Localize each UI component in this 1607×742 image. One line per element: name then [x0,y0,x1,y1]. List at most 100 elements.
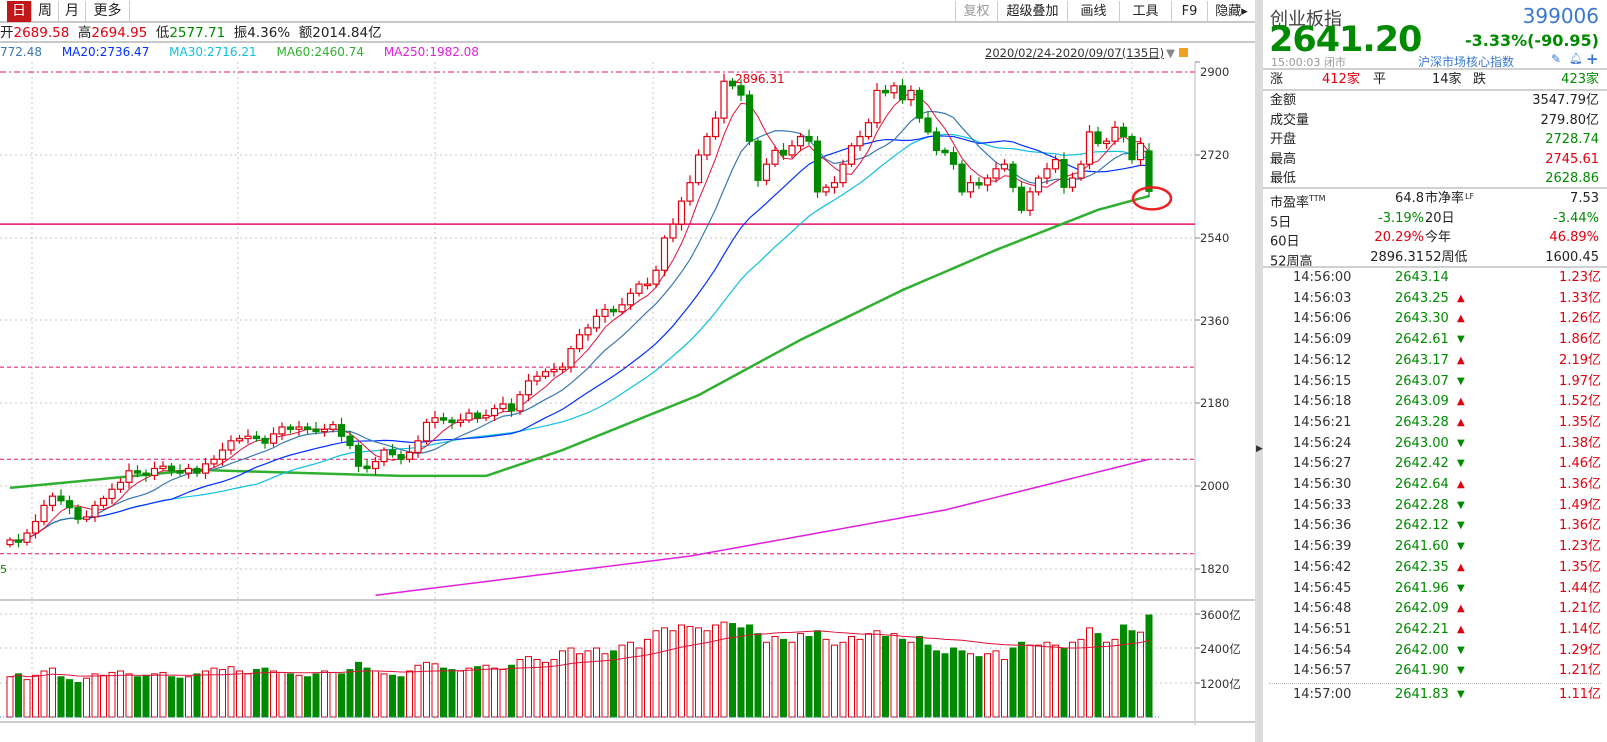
candle-down [1094,131,1102,145]
tick-row: 14:56:48 2642.09 ▲ 1.21亿 [1263,599,1607,619]
tick-row: 14:56:51 2642.21 ▲ 1.14亿 [1263,620,1607,640]
candle-up [762,163,771,181]
candle-up [465,412,473,421]
volume-bar [788,641,796,718]
volume-bar [440,667,447,718]
candle-down [1119,126,1128,138]
tick-row: 14:56:45 2641.96 ▼ 1.44亿 [1263,579,1607,599]
volume-bar [304,676,311,718]
candle-up [125,470,133,483]
volume-bar [66,679,73,718]
volume-bar [890,633,898,718]
volume-bar [635,647,643,718]
volume-bar [686,625,694,718]
ma5-line [9,91,1150,542]
tick-price: 2643.00 [1395,435,1449,451]
candle-up [235,437,244,442]
edit-icon[interactable]: ✎ [1551,52,1561,66]
candle-up [584,327,592,336]
candle-up [159,465,167,470]
expand-arrow-icon[interactable]: ▶ [1256,444,1263,454]
tick-price: 2643.28 [1395,414,1449,430]
tick-row: 14:56:57 2641.90 ▼ 1.21亿 [1263,661,1607,681]
volume-bar [83,677,90,718]
volume-bar [924,644,932,718]
volume-bar [32,674,39,718]
panel-divider[interactable]: ▶ [1255,0,1263,742]
candle-down [388,449,397,456]
price-tick: 2900 [1200,65,1230,79]
tick-row: 14:56:06 2643.30 ▲ 1.26亿 [1263,309,1607,329]
stat-label: 成交量 [1270,112,1310,128]
candle-down [167,465,176,472]
candle-down [779,149,788,156]
tick-row: 14:56:09 2642.61 ▼ 1.86亿 [1263,330,1607,350]
volume-bar [644,638,651,718]
tick-price: 2643.09 [1395,394,1449,410]
candle-down [915,89,924,119]
candle-up [830,182,839,188]
volume-bar [448,669,456,718]
volume-bar [746,624,753,718]
candle-up [847,145,856,165]
ratio-label: 市净率 [1425,191,1465,206]
volume-bar [933,650,940,718]
tick-price: 2641.60 [1395,539,1449,555]
volume-bar [831,644,838,718]
candle-down [805,135,813,142]
tick-row: 14:56:27 2642.42 ▼ 1.46亿 [1263,454,1607,474]
candle-up [533,375,541,382]
candle-up [482,414,490,419]
arrow-down-icon: ▼ [1457,458,1465,470]
tick-time: 14:56:15 [1293,373,1352,389]
candle-up [48,495,57,506]
left-edge-label: 5 [0,563,7,576]
candle-down [1060,158,1068,188]
candle-down [176,470,184,474]
ratio-value: 20.29% [1374,230,1424,245]
candle-up [873,89,881,124]
up-label: 涨 [1270,72,1284,87]
down-count: 423家 [1561,72,1599,87]
candle-up [771,149,779,165]
tick-time: 14:56:06 [1293,311,1352,327]
candle-up [99,497,108,506]
tick-volume: 1.23亿 [1559,539,1601,555]
candle-up [456,419,465,423]
volume-bar [567,647,575,718]
volume-bar [950,647,957,718]
tick-price: 2641.96 [1395,580,1449,596]
candle-up [1111,126,1119,142]
volume-bar [142,674,150,718]
candle-down [507,403,516,412]
candle-up [210,458,218,465]
volume-bar [253,669,260,718]
stat-label: 最高 [1270,151,1297,167]
candle-up [575,334,584,350]
ratio-label: 20日 [1425,210,1455,226]
volume-bar [287,673,294,718]
candle-down [898,85,907,101]
volume-bar [6,676,14,718]
arrow-down-icon: ▼ [1457,499,1465,511]
candle-up [91,504,99,518]
arrow-up-icon: ▲ [1457,396,1465,408]
volume-bar [848,636,855,718]
kline-chart[interactable] [0,0,1255,742]
volume-bar [210,667,218,718]
tick-volume: 1.52亿 [1559,394,1601,410]
volume-bar [338,673,345,718]
tick-time: 14:56:54 [1293,642,1352,658]
volume-bar [822,638,830,718]
tick-time: 14:56:03 [1293,290,1352,306]
arrow-down-icon: ▼ [1457,582,1465,594]
stat-row: 成交量 279.80亿 [1270,111,1599,130]
ratio-sup: LF [1465,192,1475,201]
stat-row: 最高 2745.61 [1270,150,1599,169]
add-icon[interactable]: + [1586,50,1599,68]
ratio-row: 60日 20.29% 今年 46.89% [1270,228,1599,249]
candle-up [592,315,601,329]
stat-value: 2628.86 [1545,171,1599,186]
alert-bell-icon[interactable]: 🔔︎ [1569,52,1583,65]
tick-price: 2642.61 [1395,332,1449,348]
